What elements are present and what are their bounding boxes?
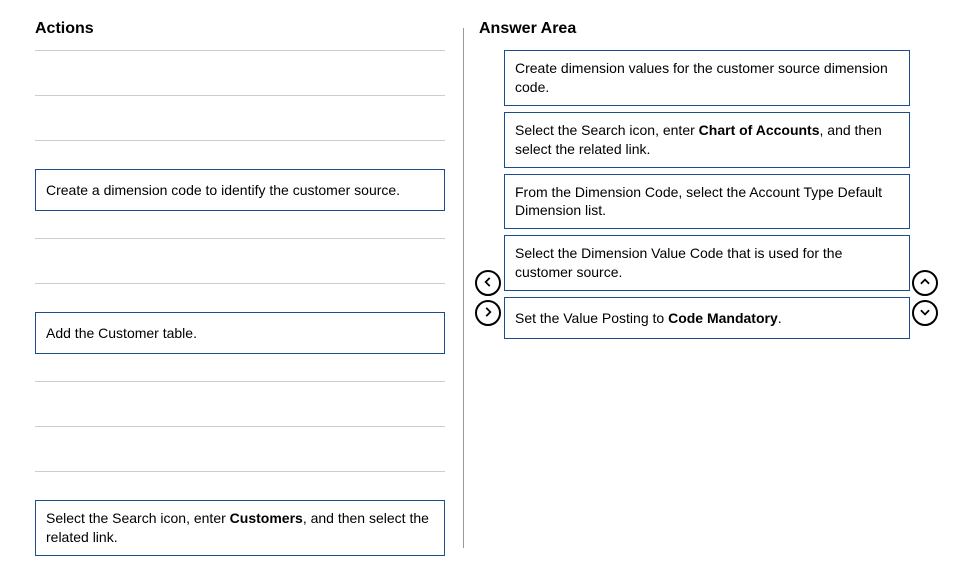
answer-column: Answer Area Create dimension values for … [479,20,940,566]
move-left-button[interactable] [475,270,501,296]
chevron-right-icon [481,305,495,322]
answer-item-text: Set the Value Posting to Code Mandatory. [515,309,782,328]
action-slot-empty[interactable] [35,381,445,427]
action-slot-empty[interactable] [35,426,445,472]
column-divider [463,28,464,548]
answer-item[interactable]: Select the Search icon, enter Chart of A… [504,112,910,168]
action-item-text: Create a dimension code to identify the … [46,181,400,200]
move-down-button[interactable] [912,300,938,326]
action-slot-empty[interactable] [35,238,445,284]
action-item-text: Add the Customer table. [46,324,197,343]
answer-heading: Answer Area [479,20,940,38]
actions-heading: Actions [35,20,445,38]
action-slot-empty[interactable] [35,95,445,141]
move-right-button[interactable] [475,300,501,326]
answer-item-text: From the Dimension Code, select the Acco… [515,183,899,221]
answer-item-text: Select the Search icon, enter Chart of A… [515,121,899,159]
action-item[interactable]: Select the Search icon, enter Customers,… [35,500,445,556]
answer-item[interactable]: Set the Value Posting to Code Mandatory. [504,297,910,339]
action-item[interactable]: Add the Customer table. [35,312,445,354]
chevron-left-icon [481,275,495,292]
answer-item[interactable]: From the Dimension Code, select the Acco… [504,174,910,230]
answer-list: Create dimension values for the customer… [479,50,940,345]
actions-column: Actions Create a dimension code to ident… [35,20,455,566]
action-item[interactable]: Create a dimension code to identify the … [35,169,445,211]
chevron-down-icon [918,305,932,322]
answer-item-text: Create dimension values for the customer… [515,59,899,97]
action-slot-empty[interactable] [35,50,445,96]
answer-item[interactable]: Select the Dimension Value Code that is … [504,235,910,291]
action-item-text: Select the Search icon, enter Customers,… [46,509,434,547]
move-up-button[interactable] [912,270,938,296]
answer-item[interactable]: Create dimension values for the customer… [504,50,910,106]
answer-item-text: Select the Dimension Value Code that is … [515,244,899,282]
move-controls-left [475,270,501,326]
chevron-up-icon [918,275,932,292]
move-controls-right [912,270,938,326]
